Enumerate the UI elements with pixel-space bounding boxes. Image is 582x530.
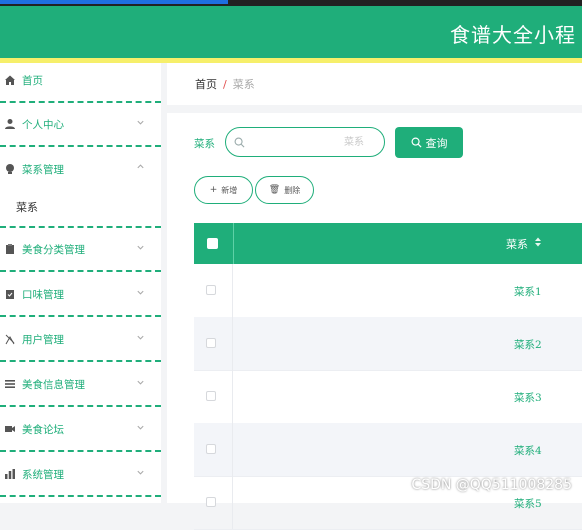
chevron-up-icon bbox=[136, 161, 145, 170]
cell-cuisine: 菜系3 bbox=[514, 392, 542, 404]
add-button[interactable]: + 新增 bbox=[194, 176, 253, 204]
cell-divider bbox=[232, 423, 233, 476]
search-box[interactable] bbox=[225, 127, 385, 157]
sidebar-item-food-category[interactable]: 美食分类管理 bbox=[0, 228, 161, 272]
chevron-down-icon bbox=[136, 332, 145, 341]
app-header: 食谱大全小程 bbox=[0, 6, 582, 58]
cell-cuisine: 菜系4 bbox=[514, 445, 542, 457]
sidebar-item-food-info[interactable]: 美食信息管理 bbox=[0, 363, 161, 407]
query-button[interactable]: 查询 bbox=[395, 127, 463, 158]
home-icon bbox=[4, 74, 16, 86]
user-manage-icon bbox=[4, 333, 16, 345]
chevron-down-icon bbox=[136, 117, 145, 126]
cell-cuisine: 菜系5 bbox=[514, 498, 542, 510]
cell-divider bbox=[232, 317, 233, 370]
search-label: 菜系 bbox=[194, 138, 215, 150]
sidebar-item-label: 美食论坛 bbox=[22, 423, 64, 436]
cell-divider bbox=[232, 264, 233, 317]
bulb-icon bbox=[4, 163, 16, 175]
clipboard-icon bbox=[4, 243, 16, 255]
watermark: CSDN @QQ511008285 bbox=[411, 477, 572, 493]
sidebar-item-label: 个人中心 bbox=[22, 118, 64, 131]
add-button-label: 新增 bbox=[221, 185, 238, 195]
search-icon bbox=[411, 137, 422, 148]
sidebar-item-cuisine-manage[interactable]: 菜系管理 bbox=[0, 147, 161, 191]
clipboard-check-icon bbox=[4, 288, 16, 300]
sidebar-item-label: 美食信息管理 bbox=[22, 378, 85, 391]
sidebar-item-label: 口味管理 bbox=[22, 288, 64, 301]
chevron-down-icon bbox=[136, 422, 145, 431]
delete-button[interactable]: 🗑 删除 bbox=[255, 176, 314, 204]
user-icon bbox=[4, 118, 16, 130]
breadcrumb-current: 菜系 bbox=[232, 78, 255, 91]
plus-icon: + bbox=[209, 185, 218, 195]
main-content: 首页 / 菜系 菜系 查询 + 新增 🗑 删除 菜系 bbox=[161, 63, 582, 530]
row-checkbox[interactable] bbox=[206, 285, 216, 295]
table-row: 菜系1 bbox=[194, 264, 582, 318]
row-checkbox[interactable] bbox=[206, 391, 216, 401]
app-title: 食谱大全小程 bbox=[450, 23, 576, 47]
query-button-label: 查询 bbox=[425, 136, 448, 150]
breadcrumb-separator: / bbox=[223, 77, 227, 91]
sidebar-item-profile[interactable]: 个人中心 bbox=[0, 103, 161, 147]
content-panel: 菜系 查询 + 新增 🗑 删除 菜系 bbox=[167, 113, 582, 530]
column-header-cuisine[interactable]: 菜系 bbox=[506, 236, 528, 252]
chevron-down-icon bbox=[136, 467, 145, 476]
breadcrumb: 首页 / 菜系 bbox=[167, 63, 582, 105]
chevron-down-icon bbox=[136, 377, 145, 386]
trash-icon: 🗑 bbox=[268, 185, 281, 195]
sidebar-item-label: 用户管理 bbox=[22, 333, 64, 346]
sidebar-item-label: 美食分类管理 bbox=[22, 243, 85, 256]
table-header: 菜系 bbox=[194, 223, 582, 264]
chevron-down-icon bbox=[136, 287, 145, 296]
sidebar-item-system[interactable]: 系统管理 bbox=[0, 453, 161, 497]
select-all-checkbox[interactable] bbox=[207, 238, 218, 249]
row-checkbox[interactable] bbox=[206, 497, 216, 507]
sort-icon[interactable] bbox=[534, 236, 542, 248]
row-checkbox[interactable] bbox=[206, 338, 216, 348]
sidebar-subitem-cuisine[interactable]: 菜系 bbox=[0, 188, 161, 228]
search-icon bbox=[234, 137, 245, 148]
table-row: 菜系3 bbox=[194, 370, 582, 424]
row-checkbox[interactable] bbox=[206, 444, 216, 454]
sidebar-item-label: 系统管理 bbox=[22, 468, 64, 481]
sidebar-item-food-forum[interactable]: 美食论坛 bbox=[0, 408, 161, 452]
chart-icon bbox=[4, 468, 16, 480]
browser-progress bbox=[0, 0, 228, 4]
cell-cuisine: 菜系2 bbox=[514, 339, 542, 351]
cell-divider bbox=[232, 370, 233, 423]
header-check-cell bbox=[194, 223, 234, 264]
chevron-down-icon bbox=[136, 242, 145, 251]
search-input[interactable] bbox=[250, 134, 364, 150]
table-row: 菜系4 bbox=[194, 423, 582, 477]
delete-button-label: 删除 bbox=[284, 185, 301, 195]
table-row: 菜系2 bbox=[194, 317, 582, 371]
sidebar-item-label: 首页 bbox=[22, 74, 43, 87]
list-icon bbox=[4, 378, 16, 390]
sidebar-item-home[interactable]: 首页 bbox=[0, 59, 161, 103]
sidebar-item-flavor[interactable]: 口味管理 bbox=[0, 273, 161, 317]
sidebar-item-user-manage[interactable]: 用户管理 bbox=[0, 318, 161, 362]
breadcrumb-home[interactable]: 首页 bbox=[195, 76, 217, 92]
video-icon bbox=[4, 423, 16, 435]
sidebar-item-label: 菜系管理 bbox=[22, 163, 64, 176]
sidebar: 首页 个人中心 菜系管理 菜系 美食分类管理 口味管理 用户管理 美食信息管理 … bbox=[0, 63, 161, 503]
sidebar-item-label: 菜系 bbox=[16, 201, 38, 214]
cell-cuisine: 菜系1 bbox=[514, 286, 542, 298]
